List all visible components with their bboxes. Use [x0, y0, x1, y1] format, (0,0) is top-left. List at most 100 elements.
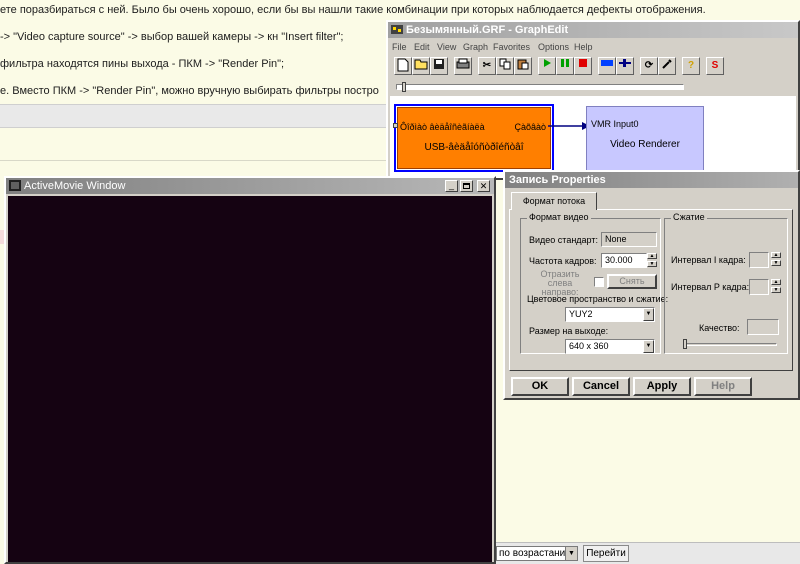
- properties-title: Запись Properties: [509, 174, 606, 186]
- forum-divider: [0, 160, 390, 161]
- activemovie-title: ActiveMovie Window: [24, 180, 126, 192]
- refresh-icon[interactable]: ⟳: [640, 57, 658, 75]
- apply-button[interactable]: Apply: [633, 377, 691, 396]
- pframe-interval-label: Интервал P кадра:: [671, 282, 750, 292]
- output-size-label: Размер на выходе:: [529, 326, 609, 336]
- output-size-select[interactable]: 640 x 360 ▼: [565, 339, 655, 354]
- quality-field[interactable]: [747, 319, 779, 335]
- colorspace-label: Цветовое пространство и сжатие:: [527, 294, 669, 304]
- renderer-filter[interactable]: VMR Input0 Video Renderer: [586, 106, 704, 172]
- menu-help[interactable]: Help: [574, 42, 593, 52]
- menu-view[interactable]: View: [437, 42, 456, 52]
- graphedit-title: Безымянный.GRF - GraphEdit: [406, 24, 569, 36]
- video-area: [8, 196, 492, 562]
- renderer-in-pin-label: VMR Input0: [591, 119, 639, 129]
- properties-icon[interactable]: [658, 57, 676, 75]
- colorspace-select[interactable]: YUY2 ▼: [565, 307, 655, 322]
- forum-divider-band: [0, 104, 390, 128]
- video-format-title: Формат видео: [527, 212, 591, 222]
- paste-icon[interactable]: [514, 57, 532, 75]
- graphedit-toolbar: ✂ ⟳ ? S: [394, 57, 794, 77]
- pframe-spin-up[interactable]: ▲: [771, 279, 781, 285]
- video-standard-field: None: [601, 232, 657, 247]
- print-icon[interactable]: [454, 57, 472, 75]
- pframe-spin-down[interactable]: ▼: [771, 287, 781, 293]
- renderer-filter-name: Video Renderer: [610, 139, 680, 150]
- sort-select-value: по возрастанию: [499, 548, 573, 559]
- compression-title: Сжатие: [671, 212, 707, 222]
- iframe-spin-up[interactable]: ▲: [771, 252, 781, 258]
- video-format-group: Формат видео Видео стандарт: None Частот…: [520, 212, 668, 354]
- seek-track[interactable]: [396, 84, 684, 90]
- forum-text-line: -> "Video capture source" -> выбор вашей…: [0, 31, 344, 43]
- graphedit-titlebar[interactable]: Безымянный.GRF - GraphEdit: [388, 22, 798, 38]
- sort-select[interactable]: по возрастанию ▼: [496, 546, 578, 561]
- graphedit-menubar: File Edit View Graph Favorites Options H…: [392, 42, 792, 54]
- colorspace-value: YUY2: [569, 309, 593, 319]
- graph-canvas[interactable]: Ôîðìàò âèäåîñèãíàëà Çàõâàò USB-âèäåîóñòð…: [390, 96, 796, 178]
- capture-filter[interactable]: Ôîðìàò âèäåîñèãíàëà Çàõâàò USB-âèäåîóñòð…: [393, 104, 554, 172]
- pause-icon[interactable]: [556, 57, 574, 75]
- chevron-down-icon: ▼: [643, 340, 654, 353]
- new-icon[interactable]: [394, 57, 412, 75]
- chevron-down-icon: ▼: [565, 547, 577, 560]
- activemovie-app-icon: [9, 180, 21, 191]
- save-icon[interactable]: [430, 57, 448, 75]
- quality-label: Качество:: [699, 323, 740, 333]
- maximize-icon[interactable]: [460, 180, 473, 192]
- stop-icon[interactable]: [574, 57, 592, 75]
- graphedit-app-icon: [391, 25, 403, 34]
- framerate-input[interactable]: 30.000: [601, 253, 647, 268]
- capture-pin-label: Çàõâàò: [514, 122, 546, 132]
- ok-button[interactable]: OK: [511, 377, 569, 396]
- graphedit-window: Безымянный.GRF - GraphEdit File Edit Vie…: [386, 20, 800, 180]
- framerate-label: Частота кадров:: [529, 256, 597, 266]
- forum-text-line: е. Вместо ПКМ -> "Render Pin", можно вру…: [0, 85, 379, 97]
- video-standard-label: Видео стандарт:: [529, 235, 598, 245]
- menu-graph[interactable]: Graph: [463, 42, 488, 52]
- capture-out-pin-label: Ôîðìàò âèäåîñèãíàëà: [400, 122, 485, 132]
- play-icon[interactable]: [538, 57, 556, 75]
- close-icon[interactable]: ✕: [477, 180, 490, 192]
- mirror-checkbox[interactable]: [594, 277, 604, 287]
- compression-group: Сжатие Интервал I кадра: ▲ ▼ Интервал P …: [664, 212, 788, 354]
- seek-thumb[interactable]: [402, 82, 406, 92]
- mirror-label: Отразить слева направо:: [540, 269, 580, 297]
- go-button[interactable]: Перейти: [583, 545, 629, 562]
- help-icon[interactable]: ?: [682, 57, 700, 75]
- framerate-spin-down[interactable]: ▼: [647, 261, 657, 267]
- quality-slider-thumb[interactable]: [683, 339, 687, 349]
- menu-options[interactable]: Options: [538, 42, 569, 52]
- seek-icon[interactable]: [616, 57, 634, 75]
- menu-favorites[interactable]: Favorites: [493, 42, 530, 52]
- iframe-interval-field[interactable]: [749, 252, 769, 268]
- remove-button[interactable]: Снять: [607, 274, 657, 289]
- copy-icon[interactable]: [496, 57, 514, 75]
- cut-icon[interactable]: ✂: [478, 57, 496, 75]
- capture-filter-name: USB-âèäåîóñòðîéñòâî: [424, 142, 524, 153]
- forum-text-line: ете поразбираться с ней. Было бы очень х…: [0, 4, 706, 16]
- minimize-icon[interactable]: _: [445, 180, 458, 192]
- activemovie-titlebar[interactable]: ActiveMovie Window _ ✕: [6, 178, 494, 194]
- output-size-value: 640 x 360: [569, 341, 609, 351]
- iframe-interval-label: Интервал I кадра:: [671, 255, 746, 265]
- help-button[interactable]: Help: [694, 377, 752, 396]
- framerate-spin-up[interactable]: ▲: [647, 253, 657, 259]
- pframe-interval-field[interactable]: [749, 279, 769, 295]
- properties-dialog: Запись Properties Формат потока Формат в…: [503, 170, 800, 400]
- tab-stream-format[interactable]: Формат потока: [511, 192, 597, 210]
- menu-edit[interactable]: Edit: [414, 42, 430, 52]
- output-pin-handle[interactable]: [393, 123, 398, 128]
- quality-slider-track[interactable]: [683, 343, 777, 346]
- step-icon[interactable]: [598, 57, 616, 75]
- cancel-button[interactable]: Cancel: [572, 377, 630, 396]
- activemovie-window: ActiveMovie Window _ ✕: [4, 176, 496, 564]
- chevron-down-icon: ▼: [643, 308, 654, 321]
- open-icon[interactable]: [412, 57, 430, 75]
- s-icon[interactable]: S: [706, 57, 724, 75]
- tab-panel: Формат видео Видео стандарт: None Частот…: [509, 209, 793, 371]
- menu-file[interactable]: File: [392, 42, 407, 52]
- forum-text-line: фильтра находятся пины выхода - ПКМ -> "…: [0, 58, 285, 70]
- properties-titlebar[interactable]: Запись Properties: [505, 172, 798, 188]
- iframe-spin-down[interactable]: ▼: [771, 260, 781, 266]
